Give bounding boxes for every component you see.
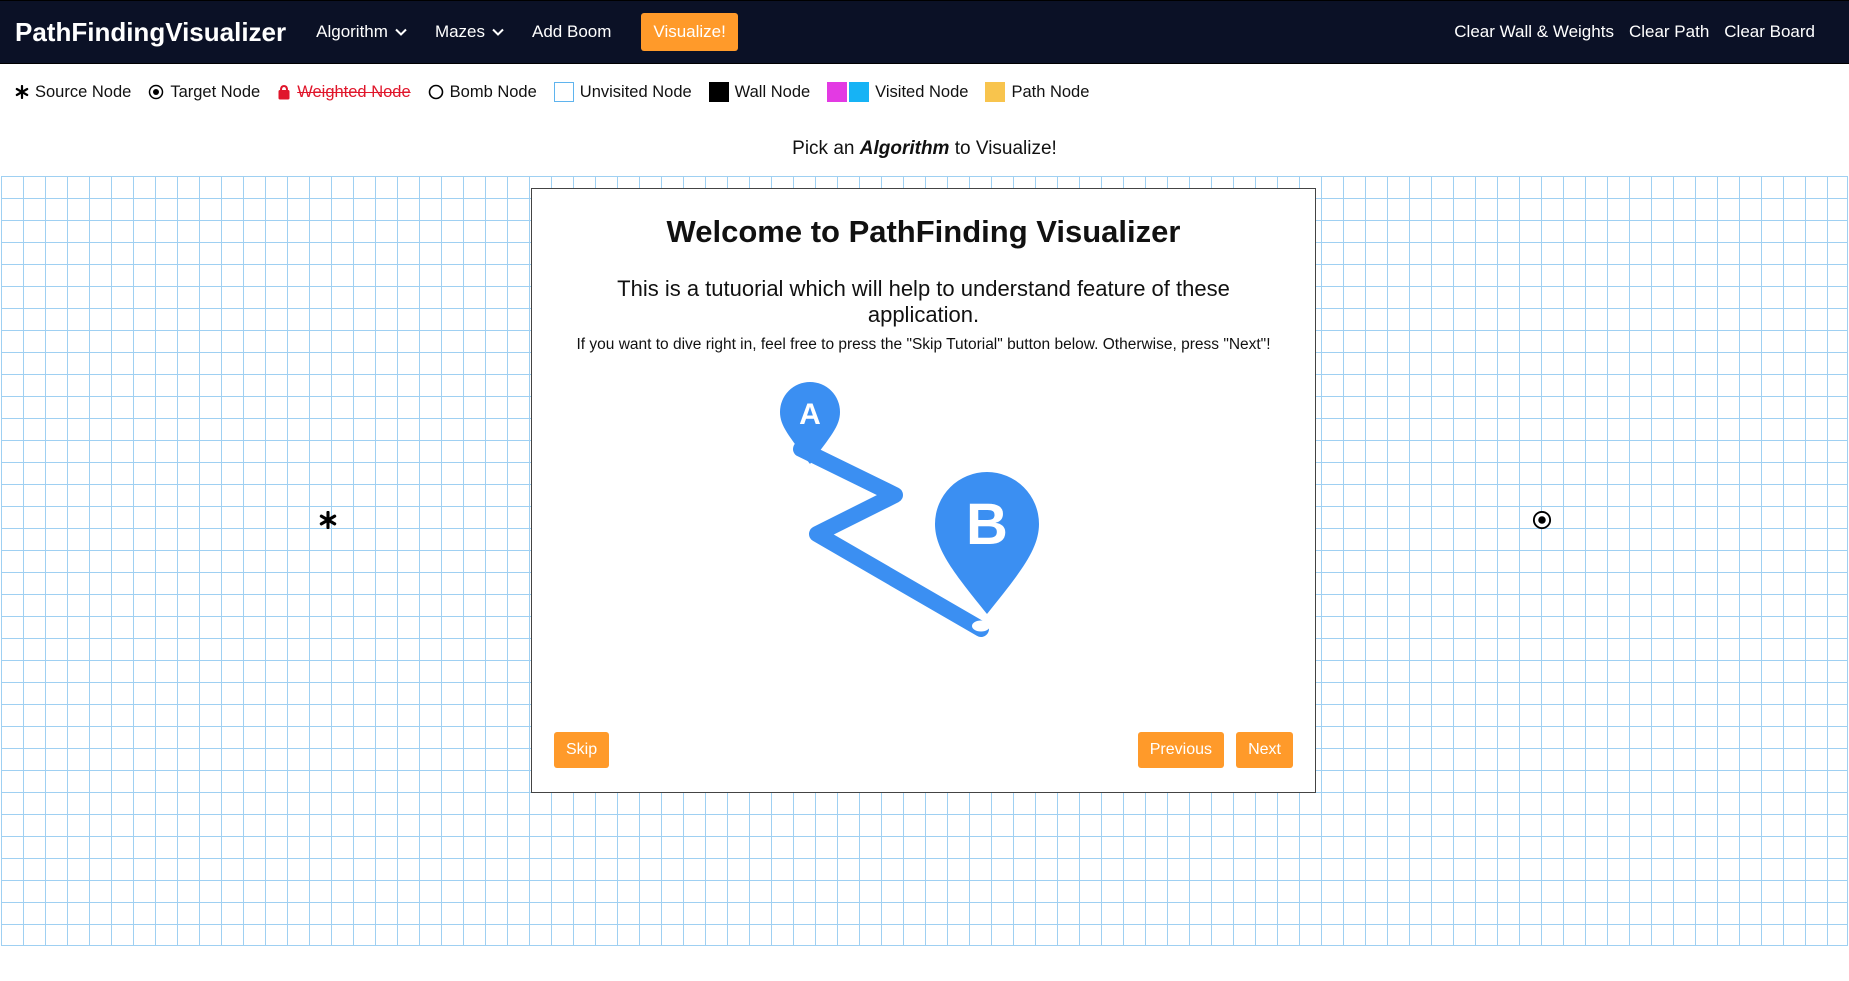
brand-title[interactable]: PathFindingVisualizer — [15, 17, 286, 48]
instruction-prefix: Pick an — [792, 138, 855, 159]
wall-swatch — [708, 82, 729, 102]
algorithm-dropdown[interactable]: Algorithm — [316, 22, 408, 42]
target-node-icon[interactable] — [1532, 510, 1552, 535]
instruction-suffix: to Visualize! — [954, 138, 1057, 159]
legend-unvisited: Unvisited Node — [553, 82, 692, 102]
legend-source-label: Source Node — [35, 82, 132, 101]
path-swatch — [985, 82, 1006, 102]
add-bomb-button[interactable]: Add Boom — [532, 22, 611, 42]
legend-weighted: Weighted Node — [277, 82, 411, 102]
visualize-button[interactable]: Visualize! — [641, 13, 738, 51]
legend: Source Node Target Node Weighted Node Bo… — [15, 82, 1106, 102]
legend-source: Source Node — [15, 83, 131, 102]
next-button[interactable]: Next — [1236, 732, 1293, 768]
instruction-emphasis: Algorithm — [859, 138, 950, 159]
chevron-down-icon — [492, 28, 504, 36]
legend-weighted-label: Weighted Node — [297, 82, 411, 101]
marker-a-label: A — [799, 398, 821, 431]
unvisited-swatch — [553, 82, 574, 102]
legend-visited-label: Visited Node — [875, 82, 969, 101]
path-illustration: A B — [780, 382, 1039, 637]
legend-wall-label: Wall Node — [734, 82, 811, 101]
modal-subtitle: This is a tutuorial which will help to u… — [617, 276, 1230, 327]
legend-bomb: Bomb Node — [428, 83, 537, 102]
tutorial-modal: Welcome to PathFinding Visualizer This i… — [531, 188, 1316, 793]
clear-walls-button[interactable]: Clear Wall & Weights — [1454, 22, 1614, 42]
legend-wall: Wall Node — [708, 82, 811, 102]
visited-swatch-cyan — [849, 82, 870, 102]
legend-bomb-label: Bomb Node — [449, 82, 537, 101]
clear-board-button[interactable]: Clear Board — [1724, 22, 1815, 42]
navbar-right: Clear Wall & Weights Clear Path Clear Bo… — [1439, 1, 1815, 63]
legend-target-label: Target Node — [170, 82, 261, 101]
asterisk-icon — [15, 85, 29, 99]
clear-path-button[interactable]: Clear Path — [1629, 22, 1709, 42]
instruction-text: Pick an Algorithm to Visualize! — [0, 138, 1849, 160]
visited-swatches — [827, 82, 870, 102]
target-icon — [148, 84, 164, 100]
legend-unvisited-label: Unvisited Node — [579, 82, 692, 101]
modal-title: Welcome to PathFinding Visualizer — [666, 214, 1181, 249]
legend-path-label: Path Node — [1011, 82, 1090, 101]
navbar: PathFindingVisualizer Algorithm Mazes Ad… — [0, 0, 1849, 64]
visited-swatch-magenta — [827, 82, 848, 102]
marker-b-label: B — [966, 492, 1008, 557]
skip-button[interactable]: Skip — [554, 732, 610, 768]
legend-visited: Visited Node — [827, 82, 968, 102]
mazes-label: Mazes — [434, 22, 486, 41]
chevron-down-icon — [395, 28, 407, 36]
source-node-icon[interactable] — [319, 505, 337, 535]
previous-button[interactable]: Previous — [1137, 732, 1224, 768]
bomb-icon — [428, 84, 444, 100]
weight-icon — [277, 84, 291, 100]
legend-target: Target Node — [148, 83, 260, 102]
mazes-dropdown[interactable]: Mazes — [435, 22, 505, 42]
legend-path: Path Node — [985, 82, 1089, 102]
modal-text: If you want to dive right in, feel free … — [576, 336, 1271, 353]
algorithm-label: Algorithm — [316, 22, 388, 41]
